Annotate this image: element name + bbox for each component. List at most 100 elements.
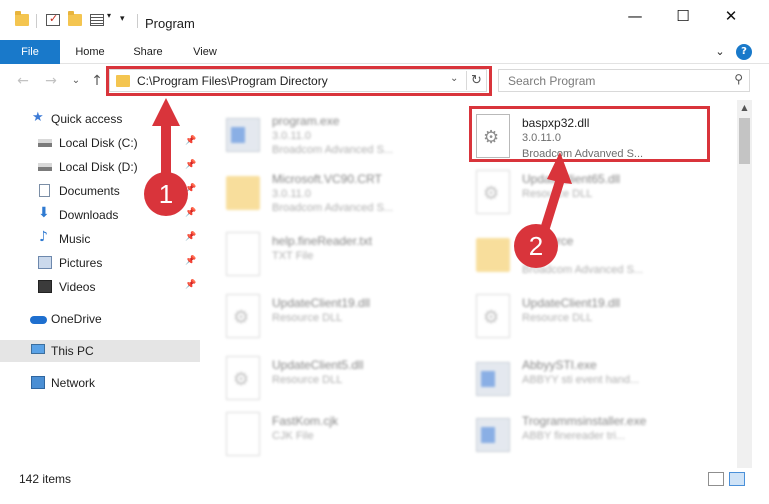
exe-icon: [476, 418, 510, 452]
sidebar-item-onedrive[interactable]: OneDrive: [0, 308, 200, 330]
this-pc-icon: [31, 344, 45, 354]
minimize-button[interactable]: —: [612, 0, 658, 34]
sidebar-item-pictures[interactable]: Pictures 📌: [0, 252, 200, 274]
file-name: FastKom.cjk: [272, 414, 339, 428]
exe-icon: [226, 118, 260, 152]
chevron-down-icon[interactable]: ▾: [107, 11, 121, 23]
file-detail: ABBY finereader tri...: [522, 430, 626, 442]
file-name: help.fineReader.txt: [272, 234, 373, 248]
folder-icon: [15, 11, 29, 26]
list-item[interactable]: UpdateClient19.dll Resource DLL: [212, 286, 452, 348]
dll-icon: [226, 356, 260, 400]
file-name: Trogrammsinstaller.exe: [522, 414, 647, 428]
text-file-icon: [226, 412, 260, 456]
sidebar-item-network[interactable]: Network: [0, 372, 200, 394]
list-item[interactable]: UpdateClient65.dll Resource DLL: [462, 162, 702, 224]
tab-home[interactable]: Home: [66, 40, 114, 64]
close-button[interactable]: ✕: [708, 0, 754, 34]
divider: [137, 14, 138, 28]
marker-1: 1: [144, 172, 188, 216]
tab-view[interactable]: View: [182, 40, 228, 64]
item-count: 142 items: [19, 472, 72, 486]
recent-locations-button[interactable]: ⌄: [67, 72, 85, 90]
file-name: UpdateClient19.dll: [522, 296, 621, 310]
search-input[interactable]: Search Program ⚲: [498, 69, 750, 92]
file-name: Microsoft.VC90.CRT: [272, 172, 382, 186]
onedrive-icon: [30, 316, 47, 324]
sidebar-item-music[interactable]: ♪ Music 📌: [0, 228, 200, 250]
sidebar-item-label: Local Disk (D:): [59, 160, 138, 174]
dll-icon: [476, 170, 510, 214]
text-file-icon: [226, 232, 260, 276]
tab-file[interactable]: File: [0, 40, 60, 64]
properties-icon[interactable]: [90, 14, 104, 26]
expand-ribbon-icon[interactable]: ⌄: [712, 44, 728, 60]
new-folder-icon[interactable]: [68, 11, 82, 26]
sidebar-item-label: Network: [51, 376, 96, 390]
sidebar-item-label: This PC: [51, 344, 94, 358]
details-view-button[interactable]: [708, 472, 724, 486]
file-detail: CJK File: [272, 430, 314, 442]
file-detail: Resource DLL: [272, 374, 343, 386]
properties-check-icon[interactable]: [46, 12, 60, 26]
tab-share[interactable]: Share: [124, 40, 172, 64]
downloads-icon: ⬇: [38, 205, 50, 221]
pin-icon: 📌: [185, 232, 197, 242]
dll-icon: [476, 294, 510, 338]
title-bar: ▾ ▾ Program — ☐ ✕: [0, 0, 769, 40]
list-item[interactable]: UpdateClient5.dll Resource DLL: [212, 348, 452, 410]
pin-icon: 📌: [185, 208, 197, 218]
list-item[interactable]: Trogrammsinstaller.exe ABBY finereader t…: [462, 404, 702, 466]
folder-icon: [476, 238, 510, 272]
maximize-button[interactable]: ☐: [660, 0, 706, 34]
help-icon[interactable]: ?: [736, 44, 752, 60]
star-icon: ★: [32, 110, 44, 125]
up-button[interactable]: ↑: [88, 72, 106, 90]
sidebar-item-label: Videos: [59, 280, 96, 294]
file-detail: TXT File: [272, 250, 314, 262]
music-icon: ♪: [39, 229, 48, 245]
vertical-scrollbar[interactable]: ▲: [737, 100, 752, 468]
search-placeholder: Search Program: [508, 74, 596, 88]
tiles-view-button[interactable]: [729, 472, 745, 486]
pin-icon: 📌: [185, 256, 197, 266]
scroll-up-icon[interactable]: ▲: [737, 100, 752, 115]
list-item[interactable]: FastKom.cjk CJK File: [212, 404, 452, 466]
file-detail: Broadcom Advanced S...: [272, 202, 394, 214]
sidebar-item-label: Local Disk (C:): [59, 136, 138, 150]
window-title: Program: [145, 16, 195, 31]
list-item[interactable]: Resource Broadcom Advanced S...: [462, 224, 702, 286]
address-highlight-box: [106, 66, 492, 96]
folder-icon: [226, 176, 260, 210]
search-icon: ⚲: [734, 72, 743, 86]
divider: [36, 14, 37, 28]
disk-icon: [38, 163, 52, 171]
forward-button[interactable]: →: [42, 72, 60, 90]
pin-icon: 📌: [185, 280, 197, 290]
back-button[interactable]: ←: [14, 72, 32, 90]
sidebar-item-this-pc[interactable]: This PC: [0, 340, 200, 362]
customize-toolbar-icon[interactable]: ▾: [120, 14, 134, 26]
sidebar-item-label: Music: [59, 232, 91, 246]
documents-icon: [39, 184, 50, 197]
list-item[interactable]: program.exe 3.0.11.0 Broadcom Advanced S…: [212, 104, 452, 166]
pictures-icon: [38, 256, 52, 269]
file-detail: 3.0.11.0: [272, 130, 311, 142]
scroll-thumb[interactable]: [739, 118, 750, 164]
file-name: program.exe: [272, 114, 340, 128]
file-name: AbbyySTI.exe: [522, 358, 597, 372]
list-item[interactable]: Microsoft.VC90.CRT 3.0.11.0 Broadcom Adv…: [212, 162, 452, 224]
sidebar-item-videos[interactable]: Videos 📌: [0, 276, 200, 298]
list-item[interactable]: help.fineReader.txt TXT File: [212, 224, 452, 286]
file-name: UpdateClient19.dll: [272, 296, 371, 310]
list-item[interactable]: AbbyySTI.exe ABBYY sti event hand...: [462, 348, 702, 410]
file-detail: Resource DLL: [522, 312, 593, 324]
file-detail: Broadcom Advanced S...: [272, 144, 394, 156]
dll-icon: [226, 294, 260, 338]
status-bar: 142 items: [0, 468, 769, 490]
sidebar-item-label: Quick access: [51, 112, 123, 126]
file-highlight-box: [469, 106, 710, 162]
disk-icon: [38, 139, 52, 147]
videos-icon: [38, 280, 52, 293]
list-item[interactable]: UpdateClient19.dll Resource DLL: [462, 286, 702, 348]
